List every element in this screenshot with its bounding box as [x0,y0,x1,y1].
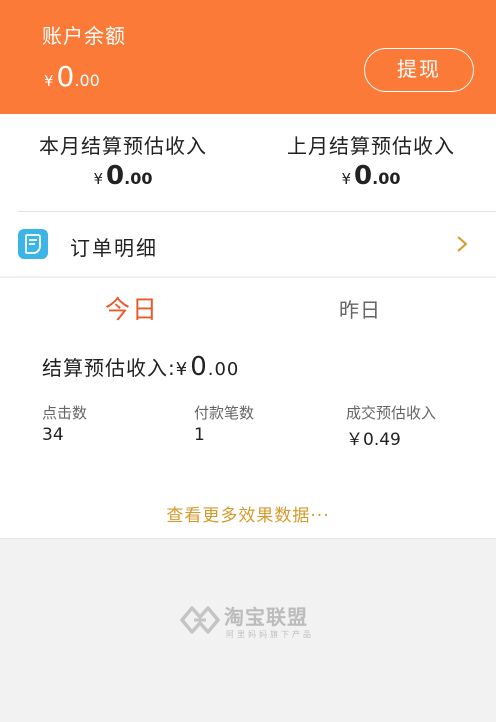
settlement-label: 结算预估收入: [42,356,176,380]
last-month-label: 上月结算预估收入 [287,134,455,158]
last-month-integer: 0 [354,161,373,191]
balance-currency: ¥ [44,72,54,90]
withdraw-button[interactable]: 提现 [364,48,474,92]
settlement-decimal: .00 [207,359,240,380]
last-month-currency: ¥ [341,170,352,188]
tab-yesterday[interactable]: 昨日 [280,294,440,323]
monthly-income-panel: 本月结算预估收入 ¥0.00 上月结算预估收入 ¥0.00 [0,114,496,212]
balance-decimal: .00 [74,71,100,90]
metric-payments: 付款笔数 1 [194,402,254,445]
metric-clicks: 点击数 34 [42,402,87,445]
balance-amount: ¥0.00 [44,60,100,93]
balance-integer: 0 [56,60,75,93]
tab-today[interactable]: 今日 [52,290,212,326]
metric-value: ￥0.49 [346,430,401,450]
metric-estimated-income: 成交预估收入 ￥0.49 [346,402,436,450]
metric-value: 1 [194,425,205,445]
more-data-link[interactable]: 查看更多效果数据··· [0,501,496,526]
this-month-currency: ¥ [93,170,104,188]
balance-title: 账户余额 [42,24,126,48]
order-details-row[interactable]: 订单明细 [0,212,496,276]
brand-name: 淘宝联盟 [224,605,308,629]
this-month-decimal: .00 [124,169,153,188]
section-divider [0,538,496,539]
settlement-integer: 0 [190,352,208,382]
metric-label: 点击数 [42,404,88,422]
account-balance-header: 账户余额 ¥0.00 提现 [0,0,496,114]
stats-panel: 今日 昨日 结算预估收入:¥0.00 点击数 34 付款笔数 1 成交预估收入 … [0,278,496,538]
this-month-label: 本月结算预估收入 [39,134,207,158]
metric-value: 34 [42,425,64,445]
order-details-label: 订单明细 [70,236,158,260]
metric-label: 成交预估收入 [346,404,437,422]
last-month-decimal: .00 [372,169,401,188]
document-icon [18,229,48,259]
last-month-income: 上月结算预估收入 ¥0.00 [256,130,486,191]
brand-footer: 淘宝联盟 阿里妈妈旗下产品 [180,601,330,645]
metric-label: 付款笔数 [194,404,255,422]
last-month-value: ¥0.00 [256,161,486,191]
brand-slogan: 阿里妈妈旗下产品 [226,630,314,639]
settlement-currency: ¥ [175,359,189,380]
this-month-integer: 0 [106,161,125,191]
settlement-income: 结算预估收入:¥0.00 [42,352,239,382]
this-month-value: ¥0.00 [8,161,238,191]
brand-logo-icon [180,606,220,634]
this-month-income: 本月结算预估收入 ¥0.00 [8,130,238,191]
chevron-right-icon [457,236,468,252]
